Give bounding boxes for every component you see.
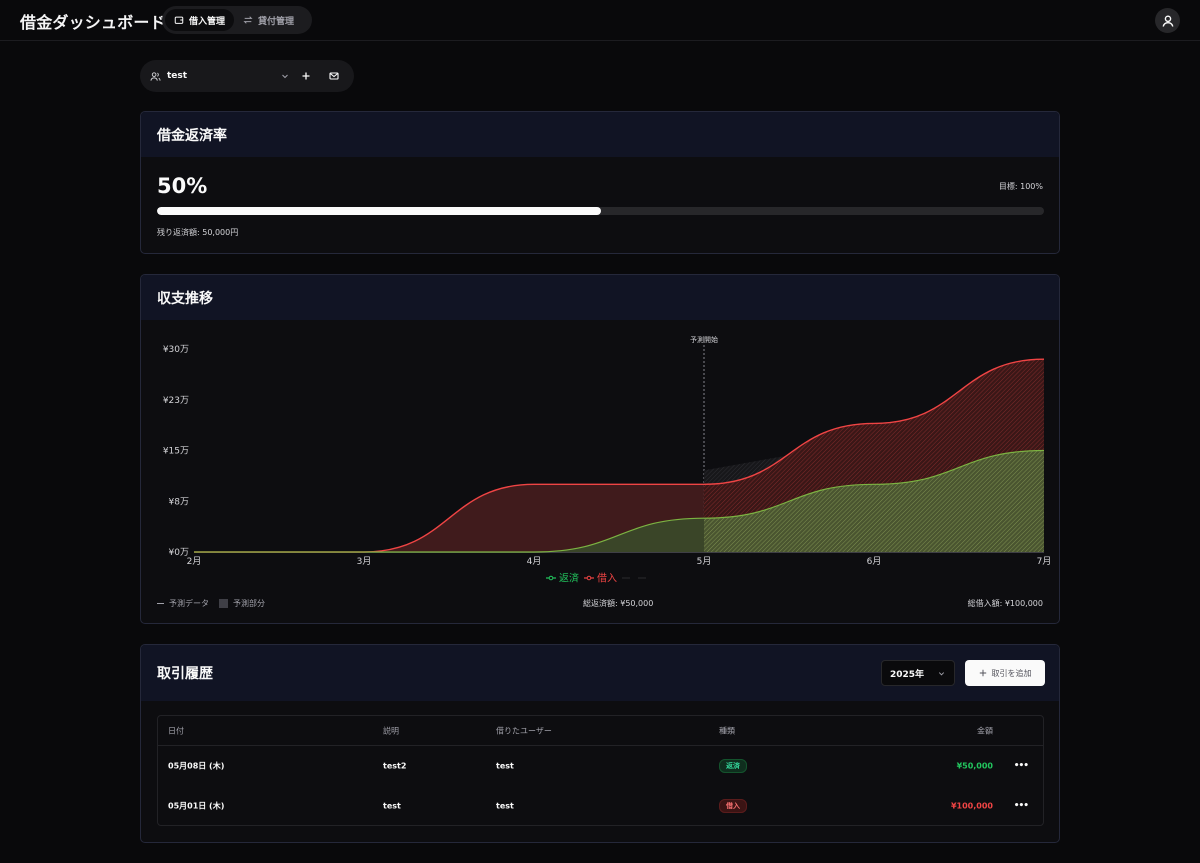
year-select[interactable]: 2025年 [881,660,955,686]
total-repaid: 総返済額: ¥50,000 [583,599,654,608]
y-tick-label: ¥8万 [169,497,189,507]
transactions-card: 取引履歴 2025年 取引を追加 日付 説明 借りたユーザー 種類 金額 05月… [140,644,1060,843]
row-date: 05月08日 (木) [168,761,225,771]
repayment-rate-value: 50% [157,174,208,198]
balance-trend-chart: ¥0万¥8万¥15万¥23万¥30万2月 3月 4月 5月 6月 7月予測開始 返済 借入 [163,335,1052,585]
add-transaction-button[interactable]: 取引を追加 [965,660,1045,686]
col-type: 種類 [719,726,735,735]
user-select[interactable]: test [140,60,292,92]
balance-trend-card: 収支推移 ¥0万 ¥8万 ¥15万 ¥23万 ¥30万 2月 3月 4月 5月 6月 7月 予測開始 … [140,274,1060,624]
row-description: test2 [383,761,407,771]
card-header: 収支推移 [141,275,1059,320]
legend-forecast-area: 予測部分 [219,598,265,609]
transactions-table: 日付 説明 借りたユーザー 種類 金額 05月08日 (木) test2 tes… [157,715,1044,826]
tab-lending-label: 貸付管理 [258,16,295,27]
row-amount: ¥100,000 [950,801,993,811]
plus-icon [979,669,986,677]
repayment-rate-title: 借金返済率 [157,127,227,144]
table-row[interactable]: 05月08日 (木) test2 test 返済 ¥50,000 ••• [158,746,1043,786]
legend-marker [548,575,554,581]
x-tick-label: 3月 [357,556,372,567]
user-icon [1162,15,1173,27]
nav-tabs: 借入管理 貸付管理 [162,6,312,34]
plus-icon [302,72,310,80]
row-date: 05月01日 (木) [168,801,225,811]
row-description: test [383,801,401,811]
row-more-button[interactable]: ••• [1014,801,1029,811]
repayment-goal: 目標: 100% [998,182,1043,191]
add-user-button[interactable] [292,62,320,90]
x-tick-label: 2月 [187,556,202,567]
y-tick-label: ¥15万 [163,447,189,457]
repayment-progress-bar [157,207,1044,215]
user-select-value: test [167,71,188,81]
user-selector-bar: test [140,60,354,92]
col-date: 日付 [168,726,184,735]
table-row[interactable]: 05月01日 (木) test test 借入 ¥100,000 ••• [158,786,1043,826]
wallet-icon [174,16,184,24]
y-tick-label: ¥30万 [163,345,189,355]
table-header: 日付 説明 借りたユーザー 種類 金額 [158,716,1043,746]
mail-icon [329,72,339,80]
legend-forecast-line: 予測データ [157,598,209,609]
repayment-progress-fill [157,207,601,215]
row-user: test [496,801,514,811]
type-badge-repay: 返済 [719,759,747,773]
total-borrowed: 総借入額: ¥100,000 [967,599,1043,608]
col-amount: 金額 [977,726,993,735]
top-bar: 借金ダッシュボード 借入管理 貸付管理 [0,0,1200,41]
legend-label: 借入 [597,573,617,585]
app-title: 借金ダッシュボード [20,13,166,32]
y-tick-label: ¥23万 [163,396,189,406]
user-avatar-button[interactable] [1155,8,1180,33]
col-user: 借りたユーザー [496,726,552,735]
x-tick-label: 6月 [867,556,882,567]
tab-borrowing[interactable]: 借入管理 [165,9,235,31]
tab-borrowing-label: 借入管理 [189,16,226,27]
legend-marker [586,575,592,581]
row-amount: ¥50,000 [956,761,993,771]
chevron-down-icon [282,74,288,79]
col-description: 説明 [383,726,399,735]
forecast-start-label: 予測開始 [690,335,718,344]
x-tick-label: 7月 [1037,556,1052,567]
type-badge-borrow: 借入 [719,799,747,813]
chart-footer-legend: 予測データ 予測部分 [157,598,265,609]
users-icon [150,71,161,81]
tab-lending[interactable]: 貸付管理 [234,9,303,31]
add-transaction-label: 取引を追加 [991,668,1032,678]
year-select-value: 2025年 [890,669,925,680]
card-header: 借金返済率 [141,112,1059,157]
row-more-button[interactable]: ••• [1014,761,1029,771]
row-user: test [496,761,514,771]
transactions-title: 取引履歴 [157,666,213,682]
x-tick-label: 4月 [527,556,542,567]
repayment-rate-card: 借金返済率 50% 目標: 100% 残り返済額: 50,000円 [140,111,1060,254]
chevron-down-icon [938,672,945,676]
legend-label: 返済 [559,572,579,585]
balance-trend-title: 収支推移 [157,290,213,307]
remaining-amount: 残り返済額: 50,000円 [157,228,239,237]
mail-button[interactable] [320,62,348,90]
swap-icon [243,16,253,24]
x-tick-label: 5月 [697,556,712,567]
